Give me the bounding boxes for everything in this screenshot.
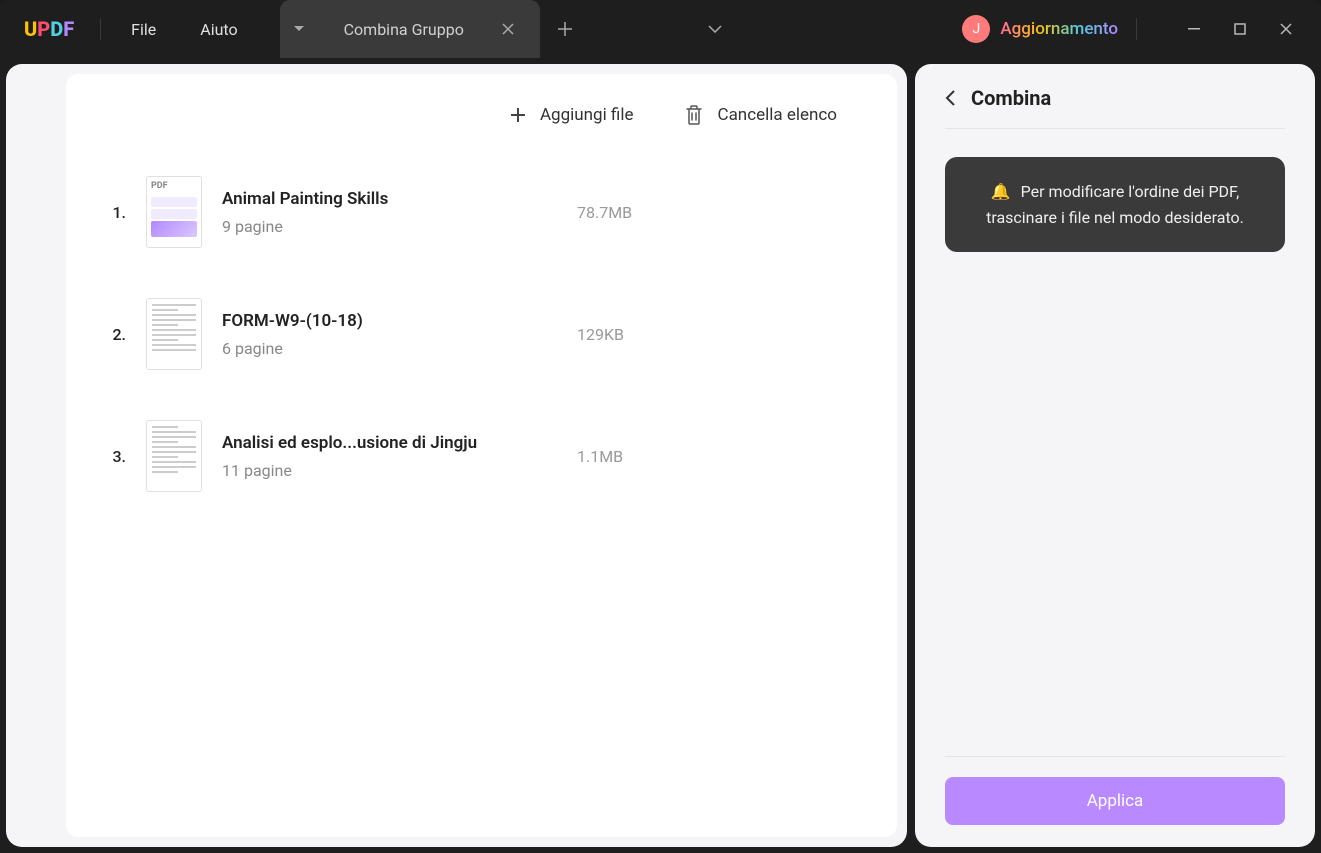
side-header: Combina: [945, 86, 1285, 129]
file-name: Animal Painting Skills: [222, 189, 557, 209]
user-area: J Aggiornamento: [962, 13, 1309, 45]
content-area: Aggiungi file Cancella elenco 1. PDF: [0, 58, 1321, 853]
main-panel: Aggiungi file Cancella elenco 1. PDF: [6, 64, 907, 847]
file-pages: 11 pagine: [222, 461, 557, 480]
file-name: Analisi ed esplo...usione di Jingju: [222, 433, 557, 453]
plus-icon: [558, 22, 572, 36]
file-size: 129KB: [577, 325, 677, 344]
back-button[interactable]: [945, 90, 955, 106]
file-list-container: Aggiungi file Cancella elenco 1. PDF: [66, 74, 897, 837]
file-pages: 6 pagine: [222, 339, 557, 358]
file-row[interactable]: 3. Analisi ed esplo...usione di Jingju: [106, 420, 877, 492]
file-name: FORM-W9-(10-18): [222, 311, 557, 331]
file-number: 1.: [106, 203, 126, 222]
divider: [100, 18, 101, 40]
logo-letter: P: [37, 17, 50, 41]
chevron-left-icon: [945, 90, 955, 106]
new-tab-button[interactable]: [540, 0, 590, 58]
hint-text: Per modificare l'ordine dei PDF, trascin…: [986, 182, 1244, 227]
divider: [1136, 18, 1137, 40]
minimize-button[interactable]: [1171, 13, 1217, 45]
window-controls: [1171, 13, 1309, 45]
clear-list-button[interactable]: Cancella elenco: [684, 104, 838, 126]
thumb-graphic: [147, 421, 201, 478]
file-list: 1. PDF Animal Painting Skills 9 pagine: [66, 156, 877, 492]
close-window-button[interactable]: [1263, 13, 1309, 45]
file-row[interactable]: 2. FORM-W9-(10-18) 6 pagine: [106, 298, 877, 370]
tab-area: Combina Gruppo: [280, 0, 740, 58]
maximize-icon: [1234, 23, 1246, 35]
maximize-button[interactable]: [1217, 13, 1263, 45]
file-info: Animal Painting Skills 9 pagine: [222, 189, 557, 236]
tab-title: Combina Gruppo: [344, 20, 464, 39]
menu-file[interactable]: File: [109, 12, 178, 47]
tab-combine-group[interactable]: Combina Gruppo: [318, 0, 540, 58]
file-number: 3.: [106, 447, 126, 466]
side-panel: Combina 🔔 Per modificare l'ordine dei PD…: [915, 64, 1315, 847]
close-icon: [502, 23, 514, 35]
file-thumbnail: PDF: [146, 176, 202, 248]
clear-list-label: Cancella elenco: [718, 105, 838, 125]
file-info: Analisi ed esplo...usione di Jingju 11 p…: [222, 433, 557, 480]
avatar[interactable]: J: [962, 15, 990, 43]
tab-dropdown[interactable]: [280, 0, 318, 58]
file-size: 1.1MB: [577, 447, 677, 466]
logo-letter: F: [63, 17, 74, 41]
menu-help[interactable]: Aiuto: [178, 12, 259, 47]
add-file-button[interactable]: Aggiungi file: [510, 105, 634, 125]
logo-letter: U: [24, 17, 37, 41]
pdf-badge: PDF: [151, 181, 197, 191]
update-link[interactable]: Aggiornamento: [1000, 19, 1118, 39]
side-footer: Applica: [945, 756, 1285, 825]
caret-down-icon: [294, 26, 304, 32]
apply-button[interactable]: Applica: [945, 777, 1285, 825]
bell-icon: 🔔: [991, 182, 1011, 201]
list-toolbar: Aggiungi file Cancella elenco: [66, 94, 877, 156]
close-icon: [1280, 23, 1292, 35]
chevron-down-icon: [708, 25, 722, 33]
file-thumbnail: [146, 420, 202, 492]
trash-icon: [684, 104, 704, 126]
add-file-label: Aggiungi file: [540, 105, 634, 125]
thumb-graphic: [147, 299, 201, 356]
titlebar: U P D F File Aiuto Combina Gruppo: [0, 0, 1321, 58]
thumb-graphic: [151, 197, 197, 237]
logo-letter: D: [50, 17, 63, 41]
hint-box: 🔔 Per modificare l'ordine dei PDF, trasc…: [945, 157, 1285, 252]
app-logo: U P D F: [24, 17, 74, 41]
tab-close-button[interactable]: [502, 23, 514, 35]
side-panel-title: Combina: [971, 86, 1051, 110]
file-thumbnail: [146, 298, 202, 370]
file-row[interactable]: 1. PDF Animal Painting Skills 9 pagine: [106, 176, 877, 248]
app-window: U P D F File Aiuto Combina Gruppo: [0, 0, 1321, 853]
minimize-icon: [1188, 28, 1200, 30]
file-number: 2.: [106, 325, 126, 344]
plus-icon: [510, 107, 526, 123]
file-pages: 9 pagine: [222, 217, 557, 236]
file-size: 78.7MB: [577, 203, 677, 222]
file-info: FORM-W9-(10-18) 6 pagine: [222, 311, 557, 358]
tab-overflow-button[interactable]: [690, 0, 740, 58]
